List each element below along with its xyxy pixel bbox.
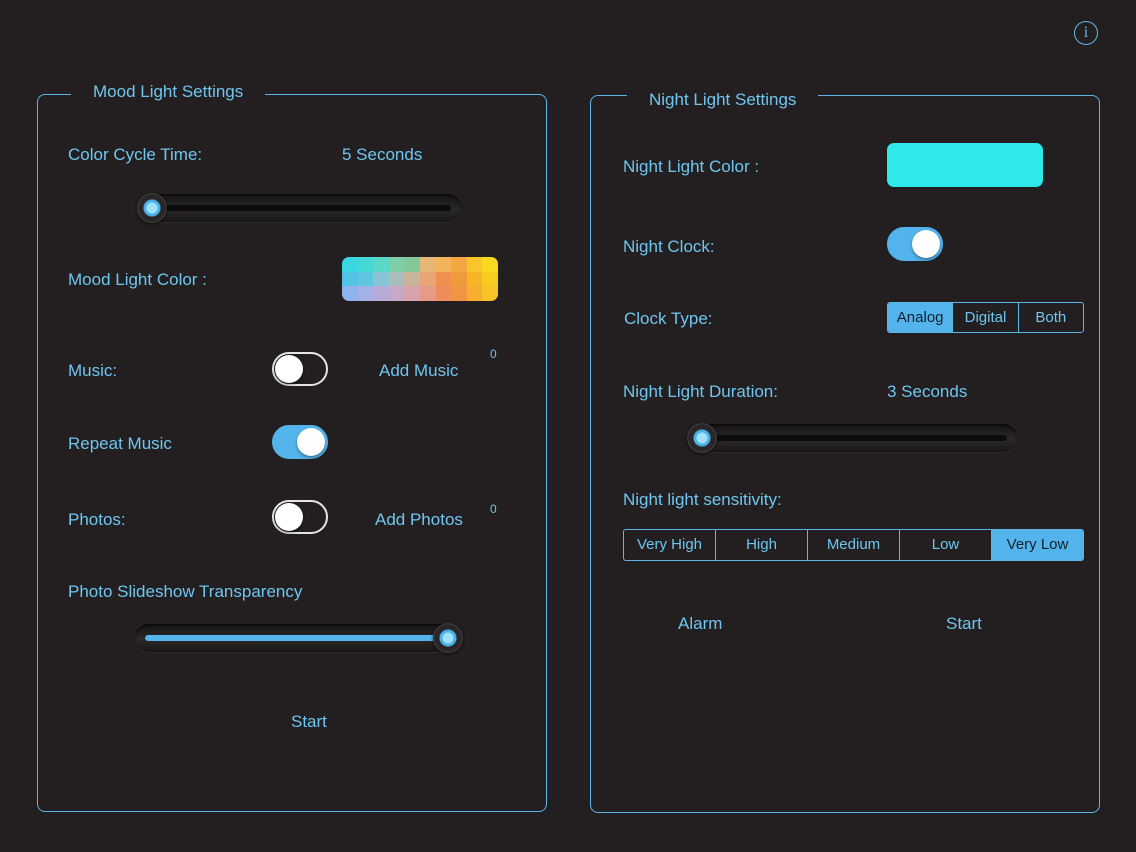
photos-label: Photos:	[68, 510, 126, 529]
palette-cell	[420, 271, 436, 287]
palette-cell	[420, 257, 436, 272]
clock-type-analog[interactable]: Analog	[888, 303, 953, 332]
repeat-music-label: Repeat Music	[68, 434, 172, 453]
palette-cell	[435, 286, 452, 301]
palette-cell	[420, 286, 436, 301]
palette-cell	[466, 257, 483, 272]
toggle-knob	[297, 428, 325, 456]
sensitivity-high[interactable]: High	[715, 530, 807, 560]
night-clock-toggle[interactable]	[887, 227, 943, 261]
info-icon[interactable]: i	[1074, 21, 1098, 45]
night-color-swatch[interactable]	[887, 143, 1043, 187]
palette-cell	[404, 286, 420, 301]
alarm-button[interactable]: Alarm	[678, 614, 722, 634]
palette-cell	[388, 286, 405, 301]
palette-cell	[373, 271, 389, 287]
slider-thumb[interactable]	[137, 193, 167, 223]
palette-cell	[482, 271, 498, 287]
palette-cell	[342, 286, 358, 301]
clock-type-digital[interactable]: Digital	[952, 303, 1017, 332]
slider-track	[697, 435, 1007, 441]
slider-thumb[interactable]	[687, 423, 717, 453]
color-cycle-value: 5 Seconds	[342, 145, 423, 164]
mood-color-label: Mood Light Color :	[68, 270, 207, 289]
palette-cell	[466, 271, 483, 287]
add-photos-button[interactable]: Add Photos	[375, 510, 463, 530]
palette-cell	[482, 257, 498, 272]
palette-cell	[451, 257, 467, 272]
slider-fill	[145, 635, 448, 641]
duration-slider[interactable]	[687, 423, 1017, 453]
duration-label: Night Light Duration:	[623, 382, 778, 401]
palette-cell	[342, 257, 358, 272]
mood-light-title: Mood Light Settings	[71, 82, 266, 102]
repeat-music-toggle[interactable]	[272, 425, 328, 459]
palette-cell	[404, 257, 420, 272]
add-music-button[interactable]: Add Music	[379, 361, 458, 381]
night-color-label: Night Light Color :	[623, 157, 760, 176]
sensitivity-very-low[interactable]: Very Low	[991, 530, 1083, 560]
transparency-label: Photo Slideshow Transparency	[68, 582, 303, 601]
music-label: Music:	[68, 361, 118, 380]
palette-cell	[373, 286, 389, 301]
palette-cell	[357, 257, 374, 272]
mood-color-swatch[interactable]	[342, 257, 498, 301]
slider-thumb[interactable]	[433, 623, 463, 653]
palette-cell	[451, 271, 467, 287]
palette-cell	[404, 271, 420, 287]
clock-type-both[interactable]: Both	[1017, 303, 1083, 332]
sensitivity-low[interactable]: Low	[899, 530, 991, 560]
slider-track	[147, 205, 451, 211]
music-count: 0	[490, 347, 497, 361]
palette-cell	[388, 257, 405, 272]
night-light-panel	[590, 95, 1100, 813]
sensitivity-label: Night light sensitivity:	[623, 490, 782, 509]
sensitivity-very-high[interactable]: Very High	[624, 530, 715, 560]
palette-cell	[388, 271, 405, 287]
mood-start-button[interactable]: Start	[291, 712, 327, 732]
color-cycle-label: Color Cycle Time:	[68, 145, 203, 164]
duration-value: 3 Seconds	[887, 382, 968, 401]
palette-cell	[435, 271, 452, 287]
palette-cell	[435, 257, 452, 272]
music-toggle[interactable]	[272, 352, 328, 386]
palette-cell	[342, 271, 358, 287]
night-clock-label: Night Clock:	[623, 237, 715, 256]
palette-cell	[482, 286, 498, 301]
clock-type-label: Clock Type:	[624, 309, 713, 328]
toggle-knob	[912, 230, 940, 258]
toggle-knob	[275, 503, 303, 531]
photos-count: 0	[490, 502, 497, 516]
photos-toggle[interactable]	[272, 500, 328, 534]
palette-cell	[466, 286, 483, 301]
night-start-button[interactable]: Start	[946, 614, 982, 634]
sensitivity-segmented: Very High High Medium Low Very Low	[623, 529, 1084, 561]
palette-cell	[357, 271, 374, 287]
sensitivity-medium[interactable]: Medium	[807, 530, 899, 560]
palette-cell	[373, 257, 389, 272]
transparency-slider[interactable]	[135, 623, 463, 653]
palette-cell	[451, 286, 467, 301]
palette-cell	[357, 286, 374, 301]
clock-type-segmented: Analog Digital Both	[887, 302, 1084, 333]
toggle-knob	[275, 355, 303, 383]
night-light-title: Night Light Settings	[627, 90, 819, 110]
color-cycle-slider[interactable]	[137, 193, 461, 223]
